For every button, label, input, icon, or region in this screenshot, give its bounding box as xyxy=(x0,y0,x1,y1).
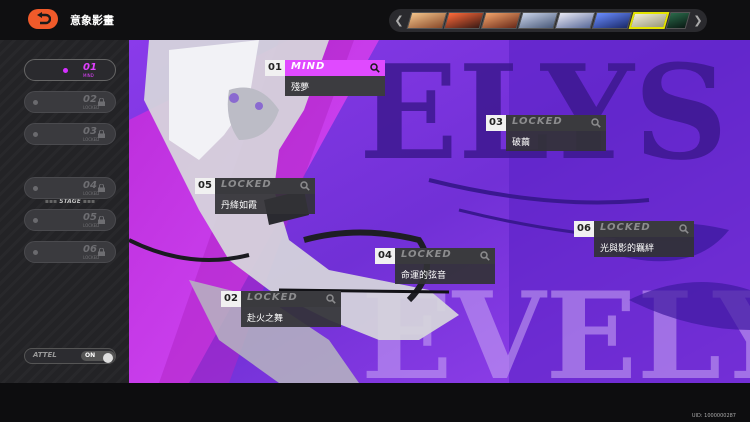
stage-button-06[interactable]: 06 LOCKED xyxy=(24,241,116,263)
node-name: 赴火之舞 xyxy=(241,307,341,327)
lock-icon xyxy=(98,248,105,256)
memory-node-01[interactable]: 01 MIND 殘夢 xyxy=(265,60,386,96)
character-selector: ❮ ❯ xyxy=(389,9,707,32)
node-label: LOCKED xyxy=(247,292,298,303)
stage-button-05[interactable]: 05 LOCKED xyxy=(24,209,116,231)
stage-number: 02 xyxy=(83,94,97,105)
magnifier-icon[interactable] xyxy=(591,118,601,128)
magnifier-icon[interactable] xyxy=(370,63,380,73)
lock-icon xyxy=(98,130,105,138)
toggle-knob xyxy=(103,353,113,363)
character-slot[interactable] xyxy=(443,12,485,29)
node-tag: MIND xyxy=(285,60,385,76)
stage-number: 03 xyxy=(83,126,97,137)
auto-toggle[interactable]: ATTEL ON xyxy=(24,348,116,364)
uid-label: UID: 1000000287 xyxy=(691,413,736,419)
stage-indicator-dot xyxy=(33,132,38,137)
node-label: LOCKED xyxy=(221,179,272,190)
memory-node-04[interactable]: 04 LOCKED 命運的弦音 xyxy=(375,248,496,284)
magnifier-icon[interactable] xyxy=(679,224,689,234)
character-slot[interactable] xyxy=(665,12,691,29)
lock-icon xyxy=(98,216,105,224)
node-number: 05 xyxy=(195,178,215,194)
stage-indicator-dot xyxy=(63,68,68,73)
memory-node-05[interactable]: 05 LOCKED 丹絳如霞 xyxy=(195,178,316,214)
character-slot[interactable] xyxy=(554,12,596,29)
stage-number: 06 xyxy=(83,244,97,255)
stage-number: 04 xyxy=(83,180,97,191)
back-arrow-icon xyxy=(37,12,51,25)
memory-node-02[interactable]: 02 LOCKED 赴火之舞 xyxy=(221,291,342,327)
magnifier-icon[interactable] xyxy=(326,294,336,304)
node-number: 06 xyxy=(574,221,594,237)
toggle-label: ATTEL xyxy=(33,351,57,359)
stage-indicator-dot xyxy=(33,218,38,223)
node-label: LOCKED xyxy=(401,249,452,260)
node-name: 命運的弦音 xyxy=(395,264,495,284)
node-label: MIND xyxy=(291,61,326,72)
node-name: 丹絳如霞 xyxy=(215,194,315,214)
top-bar: 意象影畫 ❮ ❯ xyxy=(0,0,750,40)
node-number: 04 xyxy=(375,248,395,264)
node-label: LOCKED xyxy=(600,222,651,233)
memory-node-03[interactable]: 03 LOCKED 破繭 xyxy=(486,115,607,151)
node-label: LOCKED xyxy=(512,116,563,127)
memory-scene: ELYS EVELY 01 MIND 殘夢 03 LOCKE xyxy=(129,40,750,383)
stage-button-04[interactable]: 04 LOCKED xyxy=(24,177,116,199)
character-slot[interactable] xyxy=(406,12,448,29)
character-slot-active[interactable] xyxy=(628,12,670,29)
memory-node-06[interactable]: 06 LOCKED 光與影的羈絆 xyxy=(574,221,695,257)
stage-indicator-dot xyxy=(33,186,38,191)
node-number: 02 xyxy=(221,291,241,307)
stage-sidebar: 01 MIND 02 LOCKED 03 LOCKED ▪▪▪ STAGE ▪▪… xyxy=(0,40,129,383)
back-button[interactable] xyxy=(28,9,58,29)
node-tag: LOCKED xyxy=(241,291,341,307)
magnifier-icon[interactable] xyxy=(300,181,310,191)
stage-button-03[interactable]: 03 LOCKED xyxy=(24,123,116,145)
node-name: 殘夢 xyxy=(285,76,385,96)
stage-button-01[interactable]: 01 MIND xyxy=(24,59,116,81)
stage-indicator-dot xyxy=(33,100,38,105)
next-character-arrow-icon[interactable]: ❯ xyxy=(691,9,705,32)
character-slot[interactable] xyxy=(480,12,522,29)
character-slot[interactable] xyxy=(591,12,633,29)
node-name: 光與影的羈絆 xyxy=(594,237,694,257)
stage-number: 01 xyxy=(83,62,97,73)
stage-sub: LOCKED xyxy=(83,255,100,260)
bottom-bar: UID: 1000000287 xyxy=(0,383,750,422)
stage-sub: LOCKED xyxy=(83,223,100,228)
lock-icon xyxy=(98,98,105,106)
stage-sub: LOCKED xyxy=(83,105,100,110)
node-tag: LOCKED xyxy=(594,221,694,237)
toggle-state: ON xyxy=(81,351,115,363)
node-name: 破繭 xyxy=(506,131,606,151)
stage-indicator-dot xyxy=(33,250,38,255)
node-number: 03 xyxy=(486,115,506,131)
stage-divider-label: ▪▪▪ STAGE ▪▪▪ xyxy=(44,198,96,205)
stage-button-02[interactable]: 02 LOCKED xyxy=(24,91,116,113)
lock-icon xyxy=(98,184,105,192)
stage-sub: LOCKED xyxy=(83,191,100,196)
node-tag: LOCKED xyxy=(395,248,495,264)
page-title: 意象影畫 xyxy=(70,14,114,27)
node-number: 01 xyxy=(265,60,285,76)
character-slot[interactable] xyxy=(517,12,559,29)
magnifier-icon[interactable] xyxy=(480,251,490,261)
stage-sub: MIND xyxy=(83,73,94,78)
stage-number: 05 xyxy=(83,212,97,223)
stage-sub: LOCKED xyxy=(83,137,100,142)
node-tag: LOCKED xyxy=(215,178,315,194)
node-tag: LOCKED xyxy=(506,115,606,131)
prev-character-arrow-icon[interactable]: ❮ xyxy=(392,9,406,32)
